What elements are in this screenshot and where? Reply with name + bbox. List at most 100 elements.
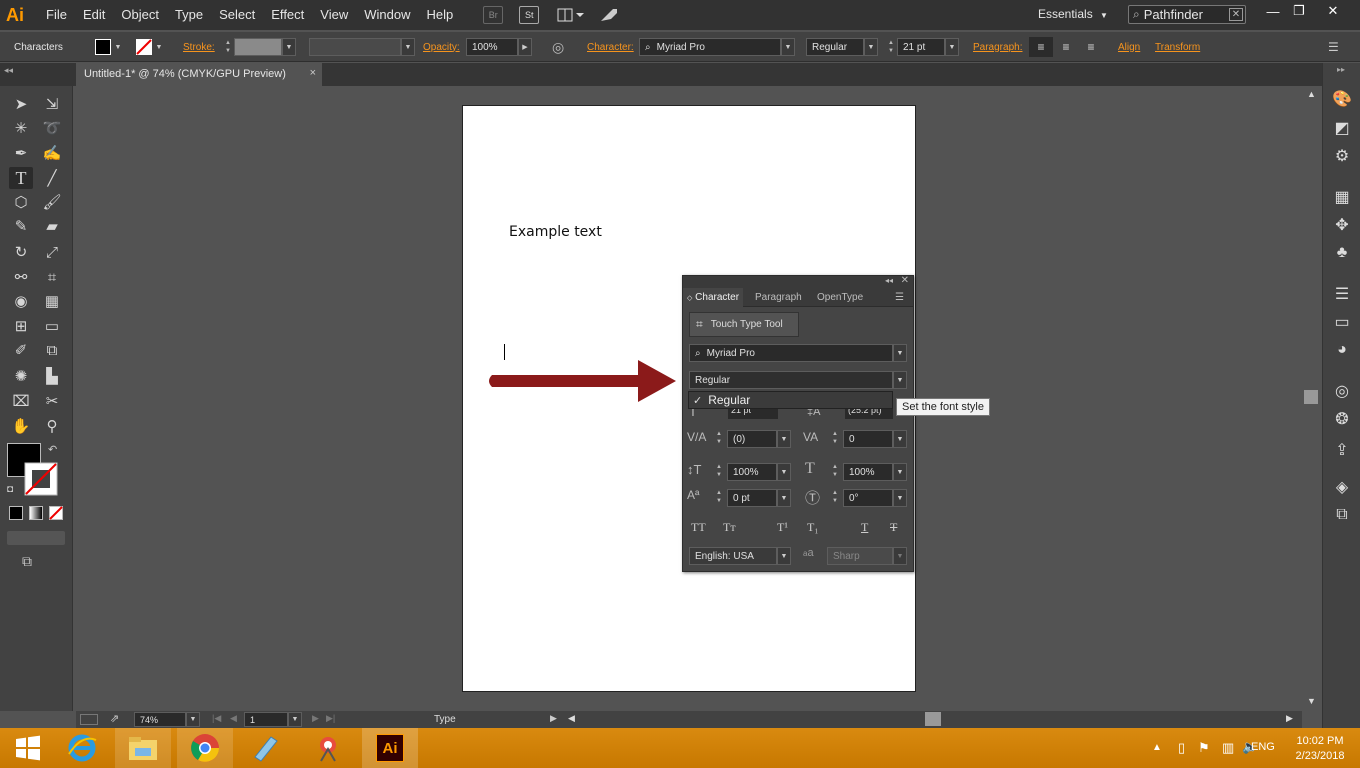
none-mode-icon[interactable] [49,506,63,520]
chrome-icon[interactable] [177,728,233,768]
panel-font-family-field[interactable]: ⌕ Myriad Pro ▼ [689,344,907,362]
mesh-tool-icon[interactable]: ⊞ [9,315,33,337]
stroke-color-swatch[interactable] [24,462,58,496]
drawing-modes-icon[interactable] [7,531,65,545]
menu-view[interactable]: View [312,0,356,30]
appearance-panel-icon[interactable]: ◎ [1331,381,1353,401]
transparency-panel-icon[interactable]: ◕ [1331,340,1353,360]
swap-colors-icon[interactable]: ↶ [48,443,57,456]
column-graph-tool-icon[interactable]: ▙ [40,365,64,387]
search-box[interactable]: ⌕ Pathfinder ✕ [1128,5,1246,24]
graphic-styles-icon[interactable]: ❂ [1331,409,1353,429]
menu-file[interactable]: File [38,0,75,30]
rotation-stepper[interactable]: ▲ ▼ [829,489,841,505]
antialias-select[interactable]: Sharp ▼ [827,547,907,565]
horizontal-scroll-thumb[interactable] [925,712,941,726]
character-label[interactable]: Character: [587,32,634,62]
font-family-field[interactable]: ⌕ Myriad Pro ▼ [639,32,795,62]
horizontal-scale-field[interactable]: 100% ▼ [843,463,907,481]
menu-effect[interactable]: Effect [263,0,312,30]
fill-swatch[interactable]: ▼ [95,32,125,62]
eraser-tool-icon[interactable]: ▰ [40,215,64,237]
strikethrough-icon[interactable]: T [890,520,897,535]
gradient-panel-icon[interactable]: ▭ [1331,312,1353,332]
default-colors-icon[interactable]: ◘ [7,484,13,495]
pencil-tool-icon[interactable]: ✎ [9,215,33,237]
small-caps-icon[interactable]: Tт [723,520,736,535]
workspace-switcher[interactable]: Essentials ▼ [1038,7,1108,21]
menu-edit[interactable]: Edit [75,0,113,30]
search-input[interactable]: Pathfinder [1144,7,1229,22]
color-panel-icon[interactable]: 🎨 [1331,89,1353,109]
kerning-field[interactable]: (0) ▼ [727,430,791,448]
gpu-rocket-icon[interactable] [599,6,619,24]
recolor-icon[interactable]: ◎ [552,32,564,62]
stroke-weight-field[interactable]: ▲ ▼ ▼ [222,32,296,62]
color-themes-icon[interactable]: ⚙ [1331,146,1353,166]
underline-icon[interactable]: T [861,520,868,535]
menu-type[interactable]: Type [167,0,211,30]
zoom-tool-icon[interactable]: ⚲ [40,415,64,437]
stock-icon[interactable]: St [519,6,540,24]
cc-libraries-icon[interactable] [80,714,98,725]
vertical-scroll-thumb[interactable] [1304,390,1318,404]
panel-close-icon[interactable]: ✕ [901,275,909,286]
type-tool-icon[interactable]: T [9,167,33,189]
hand-tool-icon[interactable]: ✋ [9,415,33,437]
zoom-field[interactable]: 74% ▼ [134,712,200,727]
tracking-field[interactable]: 0 ▼ [843,430,907,448]
stroke-label[interactable]: Stroke: [183,32,215,62]
panel-collapse-icon[interactable]: ◂◂ [885,276,893,285]
menu-select[interactable]: Select [211,0,263,30]
bridge-icon[interactable]: Br [483,6,504,24]
rotation-field[interactable]: 0° ▼ [843,489,907,507]
asset-export-icon[interactable]: ⇪ [1331,440,1353,460]
font-style-option-regular[interactable]: ✓ Regular [689,392,892,408]
action-center-icon[interactable]: ⚑ [1198,740,1210,756]
align-center-button[interactable]: ≡ [1054,32,1078,62]
opacity-field[interactable]: 100% ▶ [466,32,532,62]
slice-tool-icon[interactable]: ✂ [40,390,64,412]
symbols-panel-icon[interactable]: ♣ [1331,243,1353,263]
network-icon[interactable]: ▥ [1222,740,1234,756]
magic-wand-tool-icon[interactable]: ✳ [9,117,33,139]
vertical-scrollbar[interactable]: ▲ ▼ [1302,86,1322,711]
shape-builder-tool-icon[interactable]: ◉ [9,290,33,312]
language-select[interactable]: English: USA ▼ [689,547,791,565]
document-tab[interactable]: Untitled-1* @ 74% (CMYK/GPU Preview) × [76,63,322,86]
arrange-documents-icon[interactable] [557,6,585,24]
panel-titlebar[interactable]: ◂◂ ✕ [683,275,913,288]
direct-selection-tool-icon[interactable]: ⇲ [40,93,64,115]
subscript-icon[interactable]: T₁ [807,520,819,535]
artboard-text[interactable]: Example text [509,224,602,240]
width-tool-icon[interactable]: ⚯ [9,266,33,288]
menu-help[interactable]: Help [418,0,461,30]
next-artboard-icon[interactable]: ▶ [312,713,319,724]
rotate-tool-icon[interactable]: ↻ [9,241,33,263]
all-caps-icon[interactable]: TT [691,520,706,535]
gradient-mode-icon[interactable] [29,506,43,520]
tab-character[interactable]: ◇ Character [683,288,744,307]
color-mode-icon[interactable] [9,506,23,520]
layers-panel-icon[interactable]: ◈ [1331,477,1353,497]
font-size-field[interactable]: ▲ ▼ 21 pt ▼ [885,32,959,62]
panel-menu-icon[interactable]: ☰ [891,288,908,307]
paintbrush-tool-icon[interactable]: 🖌 [40,191,64,213]
artboard-number-field[interactable]: 1 ▼ [244,712,302,727]
brushes-panel-icon[interactable]: ✥ [1331,215,1353,235]
share-icon[interactable]: ⇗ [110,712,119,725]
document-tab-close-icon[interactable]: × [310,67,316,79]
collapse-toolbar-icon[interactable]: ◂◂ [4,65,13,76]
perspective-grid-tool-icon[interactable]: ▦ [40,290,64,312]
baseline-shift-stepper[interactable]: ▲ ▼ [713,489,725,505]
illustrator-taskbar-icon[interactable]: Ai [362,728,418,768]
curvature-tool-icon[interactable]: ✍ [40,142,64,164]
stroke-swatch[interactable]: ▼ [136,32,166,62]
font-style-field[interactable]: Regular ▼ [806,32,878,62]
align-left-button[interactable]: ≡ [1029,32,1053,62]
restore-button[interactable]: ❐ [1282,0,1316,22]
first-artboard-icon[interactable]: |◀ [212,713,221,724]
change-screen-mode-icon[interactable]: ⧉ [22,553,32,570]
scroll-up-icon[interactable]: ▲ [1307,89,1316,99]
clock[interactable]: 10:02 PM 2/23/2018 [1290,734,1350,764]
